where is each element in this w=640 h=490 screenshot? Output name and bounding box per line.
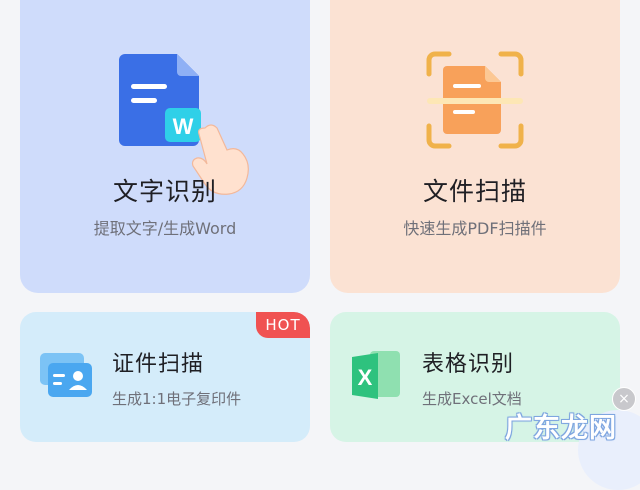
card-file-scan[interactable]: 文件扫描 快速生成PDF扫描件 bbox=[330, 0, 620, 293]
document-scan-icon bbox=[426, 51, 524, 149]
card-text-recognition[interactable]: W 文字识别 提取文字/生成Word bbox=[20, 0, 310, 293]
card-subtitle: 提取文字/生成Word bbox=[93, 219, 237, 238]
card-title: 文件扫描 bbox=[422, 177, 527, 206]
card-title: 表格识别 bbox=[422, 352, 515, 377]
id-card-icon bbox=[40, 353, 92, 397]
card-id-scan[interactable]: 证件扫描 生成1:1电子复印件 HOT bbox=[20, 312, 310, 442]
excel-icon: X bbox=[352, 351, 400, 399]
card-subtitle: 快速生成PDF扫描件 bbox=[403, 219, 547, 238]
excel-letter: X bbox=[358, 365, 373, 390]
watermark: 广东龙网 bbox=[505, 413, 617, 444]
card-title: 证件扫描 bbox=[112, 352, 205, 377]
hot-badge: HOT bbox=[256, 312, 310, 338]
card-subtitle: 生成1:1电子复印件 bbox=[112, 390, 242, 408]
card-title: 文字识别 bbox=[112, 177, 217, 206]
